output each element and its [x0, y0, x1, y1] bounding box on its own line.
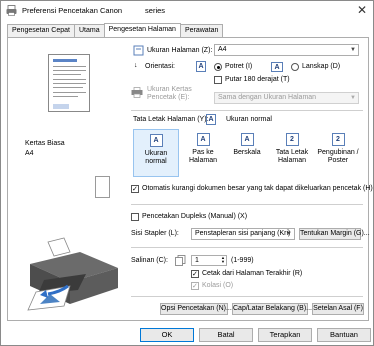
apply-button[interactable]: Terapkan [258, 328, 312, 342]
help-button[interactable]: Bantuan [317, 328, 371, 342]
window-title: Preferensi Pencetakan Canon ......... se… [22, 6, 166, 15]
divider [131, 296, 363, 297]
divider [131, 247, 363, 248]
landscape-label: Lanskap (D) [302, 63, 341, 70]
auto-reduce-label: Otomatis kurangi dokumen besar yang tak … [142, 185, 373, 192]
layout-tiling-poster[interactable]: 2 Pengubinan / Poster [315, 129, 361, 177]
spinner-arrows-icon[interactable]: ▲ ▼ [221, 256, 225, 264]
page-layout-label: Tata Letak Halaman [275, 149, 309, 164]
print-options-button[interactable]: Opsi Pencetakan (N)... [160, 303, 232, 315]
copies-icon [175, 255, 186, 266]
tiling-poster-icon: 2 [331, 133, 345, 146]
portrait-preview-icon: A [196, 61, 206, 72]
ok-button[interactable]: OK [140, 328, 194, 342]
paper-size-text: A4 [25, 150, 34, 157]
title-bar: Preferensi Pencetakan Canon ......... se… [1, 1, 373, 20]
fit-to-page-icon: A [196, 133, 210, 146]
print-last-page-first-checkbox[interactable] [191, 270, 199, 278]
orientation-label: Orientasi: [145, 63, 175, 70]
specify-margin-button[interactable]: Tentukan Margin (G)... [299, 228, 370, 240]
defaults-button[interactable]: Setelan Asal (F) [312, 303, 364, 315]
printing-preferences-window: Preferensi Pencetakan Canon ......... se… [0, 0, 374, 346]
paper-info: Kertas Biasa A4 [25, 139, 65, 159]
stapler-select[interactable]: Penstapleran sisi panjang (Kri) ▼ [191, 228, 295, 240]
paper-type-text: Kertas Biasa [25, 140, 65, 147]
tab-maintenance[interactable]: Perawatan [179, 24, 224, 37]
page-preview [48, 54, 90, 112]
copies-label: Salinan (C): [131, 257, 168, 264]
duplex-label: Pencetakan Dupleks (Manual) (X) [142, 213, 248, 220]
normal-size-icon: A [149, 134, 163, 147]
portrait-label: Potret (I) [225, 63, 253, 70]
auto-reduce-checkbox[interactable] [131, 185, 139, 193]
page-size-icon [133, 45, 144, 56]
layout-fit-to-page[interactable]: A Pas ke Halaman [183, 129, 223, 177]
page-size-select[interactable]: A4 ▼ [214, 44, 359, 56]
landscape-preview-icon: A [271, 62, 283, 72]
layout-page-layout[interactable]: 2 Tata Letak Halaman [271, 129, 313, 177]
page-layout-icon: 2 [285, 133, 299, 146]
orientation-arrow-icon: ↓ [134, 62, 138, 69]
duplex-checkbox[interactable] [131, 213, 139, 221]
landscape-radio[interactable] [291, 63, 299, 71]
layout-label: Tata Letak Halaman (Y): [133, 116, 209, 123]
tab-main[interactable]: Utama [74, 24, 105, 37]
layout-scaled[interactable]: A Berskala [227, 129, 267, 177]
collate-label: Kolasi (O) [202, 282, 234, 289]
printer-illustration [27, 237, 118, 311]
print-last-page-first-label: Cetak dari Halaman Terakhir (R) [202, 270, 303, 277]
copies-input[interactable]: 1 ▲ ▼ [191, 255, 227, 266]
printer-paper-label: Ukuran Kertas Pencetak (E): [147, 86, 192, 101]
layout-normal-size[interactable]: A Ukuran normal [133, 129, 179, 177]
divider [131, 204, 363, 205]
scaled-icon: A [240, 133, 254, 146]
fit-to-page-label: Pas ke Halaman [188, 149, 217, 164]
rotate-180-checkbox[interactable] [214, 76, 222, 84]
output-page-icon [95, 176, 110, 198]
copies-range: (1-999) [231, 257, 254, 264]
portrait-radio[interactable] [214, 63, 222, 71]
preview-pane: Kertas Biasa A4 [12, 42, 127, 317]
rotate-180-label: Putar 180 derajat (T) [225, 76, 290, 83]
cancel-button[interactable]: Batal [199, 328, 253, 342]
printer-app-icon [6, 5, 17, 16]
page-size-label: Ukuran Halaman (Z): [147, 47, 213, 54]
tiling-poster-label: Pengubinan / Poster [317, 149, 359, 164]
normal-size-label: Ukuran normal [144, 150, 168, 165]
divider [131, 110, 363, 111]
collate-checkbox[interactable] [191, 282, 199, 290]
tab-bar: Pengesetan Cepat Utama Pengesetan Halama… [7, 23, 224, 37]
tab-quick-setup[interactable]: Pengesetan Cepat [7, 24, 75, 37]
stamp-background-button[interactable]: Cap/Latar Belakang (B)... [232, 303, 312, 315]
scaled-label: Berskala [233, 149, 261, 156]
layout-current-icon: A [206, 114, 216, 125]
printer-paper-icon [131, 87, 143, 98]
stapler-label: Sisi Stapler (L): [131, 230, 179, 237]
layout-current-value: Ukuran normal [226, 116, 272, 123]
printer-paper-select[interactable]: Sama dengan Ukuran Halaman ▼ [214, 92, 359, 104]
close-icon[interactable]: ✕ [357, 3, 367, 17]
tab-page-setup[interactable]: Pengesetan Halaman [103, 23, 181, 37]
